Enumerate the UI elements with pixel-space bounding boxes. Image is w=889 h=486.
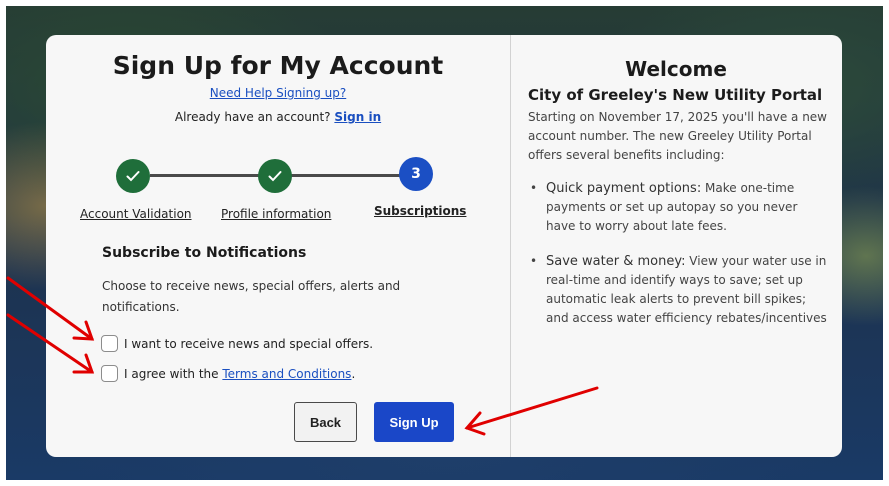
terms-checkbox[interactable] bbox=[101, 365, 118, 382]
benefit-lead: Quick payment options: bbox=[546, 181, 702, 196]
sign-up-button[interactable]: Sign Up bbox=[374, 402, 454, 442]
step-3-current: 3 bbox=[399, 157, 433, 191]
bullet-icon: • bbox=[530, 181, 538, 195]
check-icon bbox=[126, 171, 140, 182]
have-account-row: Already have an account? Sign in bbox=[46, 110, 510, 124]
benefit-lead: Save water & money: bbox=[546, 254, 686, 269]
benefit-item: • Save water & money: View your water us… bbox=[528, 252, 828, 328]
notifications-description: Choose to receive news, special offers, … bbox=[102, 279, 401, 314]
step-label-profile-information[interactable]: Profile information bbox=[221, 207, 331, 221]
help-signing-up-link[interactable]: Need Help Signing up? bbox=[46, 86, 510, 100]
news-checkbox-label: I want to receive news and special offer… bbox=[124, 336, 374, 351]
back-button[interactable]: Back bbox=[294, 402, 357, 442]
benefit-item: • Quick payment options: Make one-time p… bbox=[528, 179, 828, 236]
card-divider bbox=[510, 35, 511, 457]
notifications-title: Subscribe to Notifications bbox=[102, 245, 307, 261]
news-checkbox-row[interactable]: I want to receive news and special offer… bbox=[101, 335, 373, 352]
terms-prefix: I agree with the bbox=[124, 366, 219, 381]
step-connector-2 bbox=[290, 174, 400, 177]
welcome-title: Welcome bbox=[625, 57, 727, 81]
step-2-complete bbox=[258, 159, 292, 193]
benefits-list: • Quick payment options: Make one-time p… bbox=[528, 179, 828, 328]
terms-suffix: . bbox=[351, 366, 356, 381]
signup-card: Sign Up for My Account Need Help Signing… bbox=[46, 35, 842, 457]
step-connector-1 bbox=[150, 174, 260, 177]
check-icon bbox=[268, 171, 282, 182]
terms-checkbox-row[interactable]: I agree with the Terms and Conditions. bbox=[101, 365, 355, 382]
step-1-complete bbox=[116, 159, 150, 193]
portal-title: City of Greeley's New Utility Portal bbox=[528, 86, 823, 104]
step-label-account-validation[interactable]: Account Validation bbox=[80, 207, 192, 221]
portal-intro: Starting on November 17, 2025 you'll hav… bbox=[528, 110, 827, 162]
step-label-subscriptions[interactable]: Subscriptions bbox=[374, 204, 466, 218]
terms-link[interactable]: Terms and Conditions bbox=[222, 367, 351, 381]
page-title: Sign Up for My Account bbox=[112, 51, 444, 80]
bullet-icon: • bbox=[530, 254, 538, 268]
have-account-text: Already have an account? bbox=[174, 110, 331, 124]
news-checkbox[interactable] bbox=[101, 335, 118, 352]
sign-in-link[interactable]: Sign in bbox=[334, 110, 381, 124]
